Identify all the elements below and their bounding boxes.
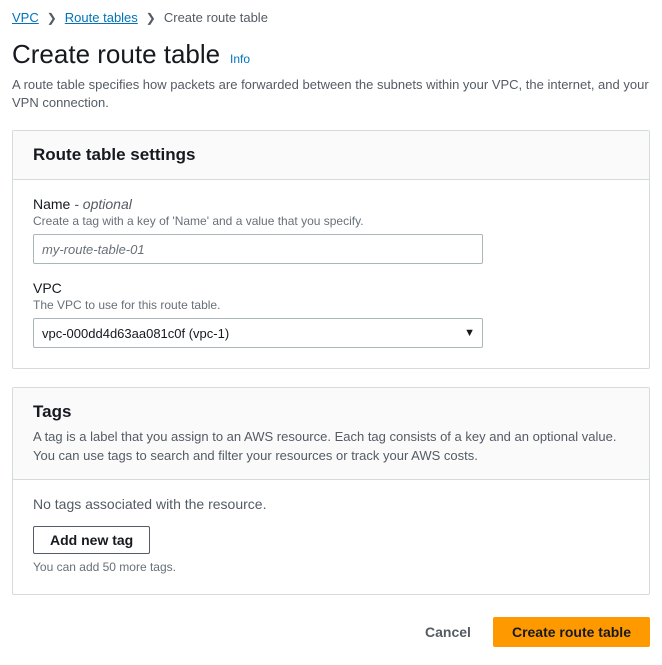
breadcrumb-current: Create route table	[164, 10, 268, 25]
info-link[interactable]: Info	[230, 52, 250, 66]
chevron-right-icon: ❯	[146, 11, 156, 25]
cancel-button[interactable]: Cancel	[415, 618, 481, 646]
tags-empty-text: No tags associated with the resource.	[33, 496, 629, 512]
tags-panel: Tags A tag is a label that you assign to…	[12, 387, 650, 594]
panel-header: Tags A tag is a label that you assign to…	[13, 388, 649, 479]
name-label: Name	[33, 196, 70, 212]
page-subtitle: A route table specifies how packets are …	[12, 76, 650, 112]
tags-description: A tag is a label that you assign to an A…	[33, 428, 629, 464]
vpc-select[interactable]: vpc-000dd4d63aa081c0f (vpc-1)	[33, 318, 483, 348]
name-helper: Create a tag with a key of 'Name' and a …	[33, 214, 629, 228]
vpc-helper: The VPC to use for this route table.	[33, 298, 629, 312]
panel-header: Route table settings	[13, 131, 649, 180]
vpc-selected-value: vpc-000dd4d63aa081c0f (vpc-1)	[42, 326, 229, 341]
panel-body: Name - optional Create a tag with a key …	[13, 180, 649, 368]
panel-body: No tags associated with the resource. Ad…	[13, 480, 649, 594]
breadcrumb-route-tables[interactable]: Route tables	[65, 10, 138, 25]
vpc-select-wrap: vpc-000dd4d63aa081c0f (vpc-1) ▼	[33, 318, 483, 348]
route-table-settings-panel: Route table settings Name - optional Cre…	[12, 130, 650, 369]
name-field-group: Name - optional Create a tag with a key …	[33, 196, 629, 264]
add-new-tag-button[interactable]: Add new tag	[33, 526, 150, 554]
name-label-row: Name - optional	[33, 196, 629, 212]
footer-actions: Cancel Create route table	[12, 613, 650, 655]
create-route-table-button[interactable]: Create route table	[493, 617, 650, 647]
chevron-right-icon: ❯	[47, 11, 57, 25]
settings-heading: Route table settings	[33, 145, 629, 165]
name-input[interactable]	[33, 234, 483, 264]
page-header: Create route table Info A route table sp…	[12, 39, 650, 112]
vpc-label: VPC	[33, 280, 629, 296]
tags-heading: Tags	[33, 402, 629, 422]
tags-remaining-text: You can add 50 more tags.	[33, 560, 629, 574]
page-title: Create route table	[12, 39, 220, 70]
vpc-field-group: VPC The VPC to use for this route table.…	[33, 280, 629, 348]
breadcrumb: VPC ❯ Route tables ❯ Create route table	[12, 10, 650, 25]
breadcrumb-vpc[interactable]: VPC	[12, 10, 39, 25]
name-optional: - optional	[74, 196, 132, 212]
